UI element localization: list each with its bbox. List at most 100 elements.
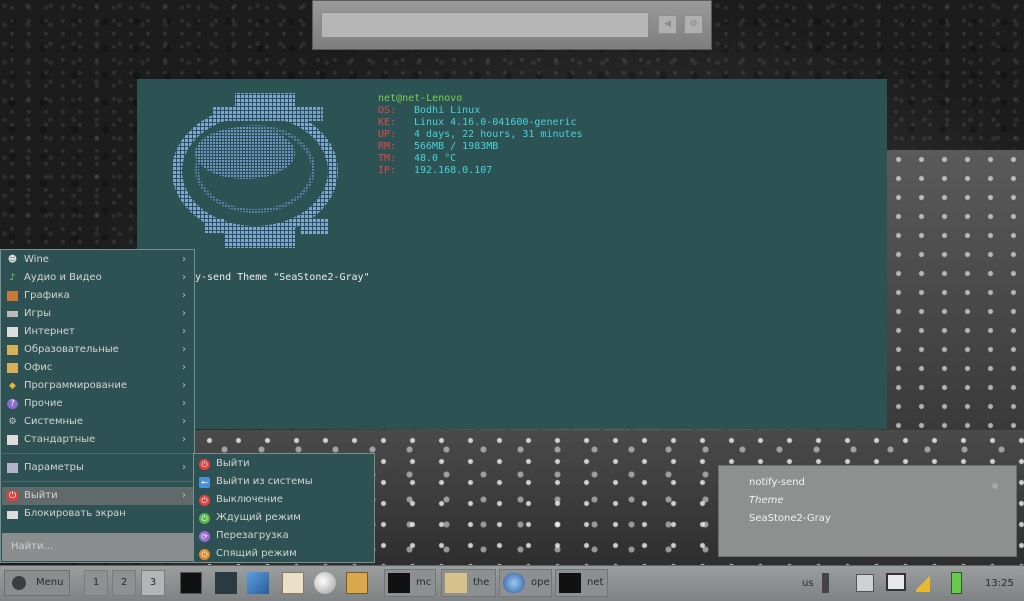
menu-search-input[interactable]: Найти... bbox=[2, 533, 193, 561]
gamepad-icon bbox=[7, 311, 18, 317]
internet-icon bbox=[7, 327, 18, 337]
diamond-icon: ◆ bbox=[9, 381, 16, 391]
graphics-icon bbox=[7, 291, 18, 301]
chevron-right-icon: › bbox=[182, 490, 186, 501]
info-row-uptime: UP: 4 days, 22 hours, 31 minutes bbox=[378, 129, 583, 140]
terminal-icon bbox=[559, 573, 581, 593]
notification-close-icon[interactable] bbox=[992, 483, 998, 489]
submenu-item-hibernate[interactable]: ⏻ Спящий режим bbox=[195, 545, 373, 563]
notification-summary: Theme bbox=[749, 495, 784, 506]
folder-icon bbox=[7, 363, 18, 373]
task-net[interactable]: net bbox=[555, 569, 608, 597]
menu-item-other[interactable]: ? Прочие › bbox=[2, 395, 194, 413]
wine-icon: ☻ bbox=[7, 255, 18, 265]
terminal-icon bbox=[388, 573, 410, 593]
browser-globe-icon bbox=[503, 573, 525, 593]
chevron-right-icon: › bbox=[182, 326, 186, 337]
workspace-2[interactable]: 2 bbox=[112, 570, 136, 596]
settings-icon bbox=[7, 463, 18, 473]
workspace-3[interactable]: 3 bbox=[141, 570, 165, 596]
folder-icon bbox=[445, 573, 467, 593]
menu-item-office[interactable]: Офис › bbox=[2, 359, 194, 377]
notification-body: SeaStone2-Gray bbox=[749, 513, 831, 524]
menu-item-lock-screen[interactable]: Блокировать экран bbox=[2, 505, 194, 523]
clock[interactable]: 13:25 bbox=[985, 566, 1014, 601]
task-ope[interactable]: ope bbox=[499, 569, 552, 597]
menu-item-graphics[interactable]: Графика › bbox=[2, 287, 194, 305]
submenu-item-shutdown[interactable]: ⏻ Выключение bbox=[195, 491, 373, 509]
chevron-right-icon: › bbox=[182, 344, 186, 355]
text-editor-icon[interactable] bbox=[282, 572, 304, 594]
menu-item-settings[interactable]: Параметры › bbox=[2, 459, 194, 477]
info-row-kernel: KE: Linux 4.16.0-041600-generic bbox=[378, 117, 577, 128]
disc-icon[interactable] bbox=[314, 572, 336, 594]
menu-separator bbox=[2, 481, 194, 482]
chevron-right-icon: › bbox=[182, 380, 186, 391]
menu-item-education[interactable]: Образовательные › bbox=[2, 341, 194, 359]
notification-popup[interactable]: notify-send Theme SeaStone2-Gray bbox=[718, 465, 1017, 557]
terminal-launcher-icon[interactable] bbox=[180, 572, 202, 594]
submenu-item-suspend[interactable]: ⏻ Ждущий режим bbox=[195, 509, 373, 527]
chevron-right-icon: › bbox=[182, 416, 186, 427]
menu-item-games[interactable]: Игры › bbox=[2, 305, 194, 323]
terminal-userhost: net@net-Lenovo bbox=[378, 93, 463, 104]
gear-icon: ⚙ bbox=[8, 417, 17, 427]
power-icon: ⏻ bbox=[199, 513, 210, 524]
power-icon: ⏻ bbox=[199, 549, 210, 560]
music-note-icon: ♪ bbox=[9, 273, 16, 283]
ubuntu-logo-icon bbox=[12, 576, 26, 590]
network-signal-icon[interactable] bbox=[916, 574, 930, 592]
launcher-input[interactable] bbox=[321, 12, 649, 38]
info-row-os: OS: Bodhi Linux bbox=[378, 105, 481, 116]
submenu-item-logout-session[interactable]: ← Выйти из системы bbox=[195, 473, 373, 491]
info-row-ram: RM: 566MB / 1983MB bbox=[378, 141, 499, 152]
terminal2-launcher-icon[interactable] bbox=[215, 572, 237, 594]
task-the[interactable]: the bbox=[441, 569, 496, 597]
chevron-right-icon: › bbox=[182, 290, 186, 301]
workspace-1[interactable]: 1 bbox=[84, 570, 108, 596]
keyboard-layout[interactable]: us bbox=[802, 566, 814, 601]
clipboard-icon[interactable] bbox=[856, 574, 874, 592]
menu-item-standard[interactable]: Стандартные › bbox=[2, 431, 194, 449]
menu-button[interactable]: Menu bbox=[4, 570, 70, 596]
terminal-window[interactable]: net@net-Lenovo OS: Bodhi Linux KE: Linux 4… bbox=[137, 79, 887, 429]
chevron-right-icon: › bbox=[182, 362, 186, 373]
task-mc[interactable]: mc bbox=[384, 569, 436, 597]
power-icon: ⏻ bbox=[199, 495, 210, 506]
menu-item-programming[interactable]: ◆ Программирование › bbox=[2, 377, 194, 395]
menu-item-internet[interactable]: Интернет › bbox=[2, 323, 194, 341]
launcher-bar: ◀ ⚙ bbox=[312, 0, 712, 50]
chevron-right-icon: › bbox=[182, 398, 186, 409]
logout-submenu: ⏻ Выйти ← Выйти из системы ⏻ Выключение ⏻ Жд… bbox=[193, 453, 375, 563]
lock-icon bbox=[7, 511, 18, 519]
window-list-icon[interactable] bbox=[247, 572, 269, 594]
question-icon: ? bbox=[7, 399, 18, 409]
launcher-back-button[interactable]: ◀ bbox=[658, 15, 677, 34]
launcher-settings-button[interactable]: ⚙ bbox=[684, 15, 703, 34]
submenu-item-reboot[interactable]: ⟳ Перезагрузка bbox=[195, 527, 373, 545]
taskbar: Menu 1 2 3 mc the ope net us 13:25 bbox=[0, 565, 1024, 601]
start-menu: ☻ Wine › ♪ Аудио и Видео › Графика › Игры › Ин… bbox=[0, 249, 195, 563]
power-icon: ⏻ bbox=[7, 491, 18, 501]
battery-icon[interactable] bbox=[951, 572, 962, 594]
reboot-icon: ⟳ bbox=[199, 531, 210, 542]
folder-icon bbox=[7, 345, 18, 355]
chevron-right-icon: › bbox=[182, 462, 186, 473]
menu-item-system[interactable]: ⚙ Системные › bbox=[2, 413, 194, 431]
chevron-right-icon: › bbox=[182, 308, 186, 319]
submenu-item-logout[interactable]: ⏻ Выйти bbox=[195, 455, 373, 473]
menu-item-audio-video[interactable]: ♪ Аудио и Видео › bbox=[2, 269, 194, 287]
chevron-right-icon: › bbox=[182, 434, 186, 445]
menu-item-wine[interactable]: ☻ Wine › bbox=[2, 251, 194, 269]
info-row-ip: IP: 192.168.0.107 bbox=[378, 165, 493, 176]
archive-icon[interactable] bbox=[346, 572, 368, 594]
monitor-icon[interactable] bbox=[886, 573, 906, 591]
menu-item-logout[interactable]: ⏻ Выйти › bbox=[2, 487, 194, 505]
volume-icon[interactable] bbox=[822, 573, 840, 593]
chevron-right-icon: › bbox=[182, 254, 186, 265]
chevron-right-icon: › bbox=[182, 272, 186, 283]
menu-separator bbox=[2, 453, 194, 454]
bodhi-ascii-logo bbox=[172, 93, 338, 248]
terminal-command-line: y-send Theme "SeaStone2-Gray" bbox=[195, 272, 370, 283]
wallpaper-flowers-right bbox=[887, 150, 1024, 430]
